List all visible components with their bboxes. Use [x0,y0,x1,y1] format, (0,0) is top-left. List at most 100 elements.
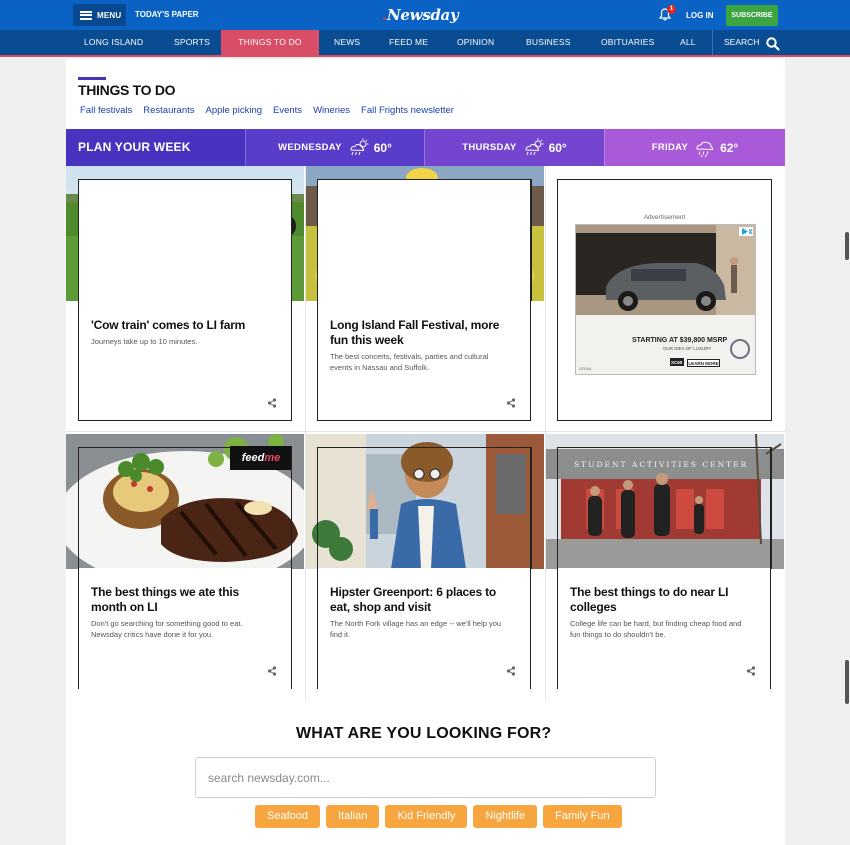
subscribe-button[interactable]: SUBSCRIBE [726,5,778,26]
nav-things-to-do[interactable]: THINGS TO DO [221,30,319,55]
tag-nightlife[interactable]: Nightlife [473,805,538,828]
scrollbar-thumb[interactable] [845,232,849,260]
share-icon[interactable] [746,666,756,676]
ad-model: XC60 [671,360,683,365]
share-icon[interactable] [506,666,516,676]
article-card-li-colleges[interactable]: The best things to do near LI colleges Co… [557,447,771,689]
nav-sports[interactable]: SPORTS [174,30,210,55]
rain-cloud-icon [696,141,714,157]
menu-label: MENU [97,10,122,20]
weather-day-wednesday[interactable]: WEDNESDAY 60° [245,129,424,166]
sublink-restaurants[interactable]: Restaurants [143,105,194,116]
tag-kid-friendly[interactable]: Kid Friendly [385,805,468,828]
weather-strip: PLAN YOUR WEEK WEDNESDAY 60° THURSDAY 60… [66,129,785,166]
article-description: The best concerts, festivals, parties an… [330,352,489,372]
nav-long-island[interactable]: LONG ISLAND [84,30,143,55]
card-frame-line [317,447,318,569]
search-icon[interactable] [766,37,780,51]
main-nav: LONG ISLAND SPORTS THINGS TO DO NEWS FEE… [0,30,850,57]
plan-your-week[interactable]: PLAN YOUR WEEK [66,129,245,166]
nav-obituaries[interactable]: OBITUARIES [601,30,654,55]
article-title[interactable]: 'Cow train' comes to LI farm [91,318,245,333]
weather-temp: 60° [548,140,567,155]
site-search-input[interactable] [195,757,656,798]
tag-italian[interactable]: Italian [325,805,380,828]
weather-day-name: FRIDAY [651,142,689,153]
volvo-ad[interactable]: STARTING AT $39,800 MSRP OUR IDEA OF LUX… [575,224,756,375]
article-title[interactable]: The best things to do near LI colleges [570,585,728,615]
article-card-cow-train[interactable]: 'Cow train' comes to LI farm Journeys ta… [78,179,292,421]
sublink-events[interactable]: Events [273,105,302,116]
looking-for-heading: WHAT ARE YOU LOOKING FOR? [296,725,552,742]
ad-tagline: OUR IDEA OF LUXURY [663,346,712,351]
article-card-fall-festival[interactable]: Long Island Fall Festival, more fun this … [317,179,531,421]
weather-day-name: THURSDAY [462,142,517,153]
todays-paper-link[interactable]: TODAY'S PAPER [135,10,199,19]
card-frame-line [317,447,532,448]
row-divider [66,431,785,432]
article-card-hipster-greenport[interactable]: Hipster Greenport: 6 places to eat, shop … [317,447,531,689]
card-frame-line [78,447,79,569]
rain-cloud-sun-icon [525,138,544,155]
notification-badge: 1 [667,5,676,14]
article-title[interactable]: Hipster Greenport: 6 places to eat, shop … [330,585,496,615]
card-frame-line [291,179,292,301]
nav-divider [712,30,713,55]
card-frame-line [291,447,292,569]
ad-legal[interactable]: LEGAL [579,366,592,371]
section-title: THINGS TO DO [78,82,176,98]
card-frame-line [771,447,772,569]
section-sublinks: Fall festivals Restaurants Apple picking… [80,105,454,116]
sublink-fall-frights-newsletter[interactable]: Fall Frights newsletter [361,105,454,116]
weather-temp: 60° [373,140,392,155]
share-icon[interactable] [267,398,277,408]
weather-day-thursday[interactable]: THURSDAY 60° [424,129,604,166]
ad-price: STARTING AT $39,800 MSRP [632,337,728,344]
login-link[interactable]: LOG IN [686,11,714,20]
advertisement-panel: Advertisement STARTING AT $39,800 MSRP O… [557,179,772,421]
share-icon[interactable] [267,666,277,676]
column-divider [545,166,546,700]
sublink-wineries[interactable]: Wineries [313,105,350,116]
card-frame-line [531,447,532,569]
menu-button[interactable]: MENU [73,4,126,26]
sublink-fall-festivals[interactable]: Fall festivals [80,105,132,116]
nav-feed-me[interactable]: FEED ME [389,30,428,55]
newsday-logo[interactable]: .Newsday [382,6,459,24]
hamburger-icon [80,10,92,20]
card-frame-line [557,447,558,569]
scrollbar-thumb[interactable] [845,660,849,704]
card-frame-line [78,179,79,301]
article-title[interactable]: The best things we ate this month on LI [91,585,239,615]
top-bar: MENU TODAY'S PAPER .Newsday 1 LOG IN SUB… [0,0,850,30]
sublink-apple-picking[interactable]: Apple picking [206,105,263,116]
article-description: College life can be hard, but finding ch… [570,619,742,639]
ad-learn-more-button[interactable]: LEARN MORE [687,359,720,367]
share-icon[interactable] [506,398,516,408]
article-card-best-things-we-ate[interactable]: The best things we ate this month on LI D… [78,447,292,689]
article-title[interactable]: Long Island Fall Festival, more fun this … [330,318,499,348]
nav-search[interactable]: SEARCH [724,30,759,55]
nav-all[interactable]: ALL [680,30,696,55]
card-frame-line [557,447,772,448]
section-accent-bar [78,77,106,80]
article-description: The North Fork village has an edge -- we… [330,619,502,639]
article-description: Journeys take up to 10 minutes. [91,337,198,346]
article-description: Don't go searching for something good to… [91,619,243,639]
weather-day-name: WEDNESDAY [278,142,342,153]
nav-opinion[interactable]: OPINION [457,30,494,55]
nav-business[interactable]: BUSINESS [526,30,571,55]
card-frame-line [78,447,230,448]
card-frame-line [317,179,318,301]
card-frame-line [78,179,292,180]
weather-temp: 62° [720,140,739,155]
rain-cloud-sun-icon [350,138,369,155]
search-tag-list: Seafood Italian Kid Friendly Nightlife F… [255,805,622,828]
card-frame-line [317,179,532,180]
adchoices-icon[interactable] [739,227,753,236]
tag-family-fun[interactable]: Family Fun [543,805,622,828]
tag-seafood[interactable]: Seafood [255,805,320,828]
nav-news[interactable]: NEWS [334,30,360,55]
card-frame-line [531,179,532,301]
weather-day-friday[interactable]: FRIDAY 62° [604,129,785,166]
